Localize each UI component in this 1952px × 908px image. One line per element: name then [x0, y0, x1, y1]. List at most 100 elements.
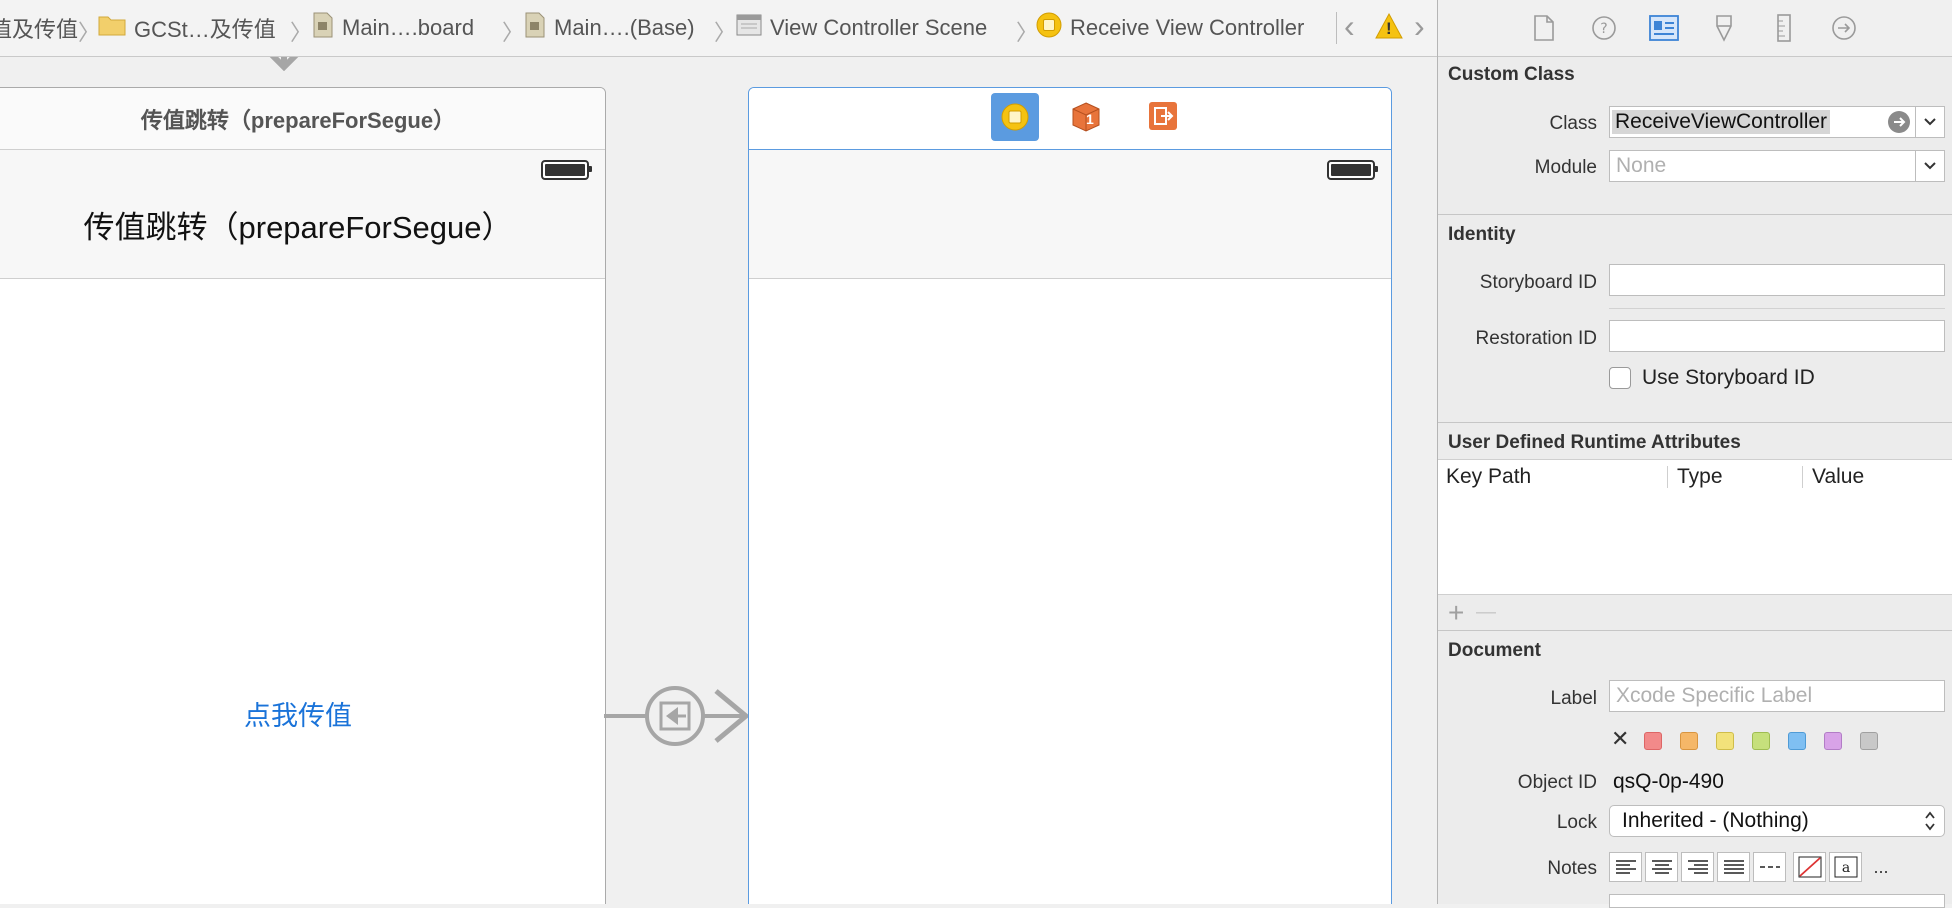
- exit-icon[interactable]: [1147, 100, 1179, 132]
- custom-class-section-title: Custom Class: [1448, 64, 1575, 85]
- label-color-purple[interactable]: [1824, 732, 1842, 750]
- storyboard-canvas[interactable]: 传值跳转（prepareForSegue） 传值跳转（prepareForSeg…: [0, 57, 1437, 904]
- connections-inspector-icon[interactable]: [1829, 13, 1859, 43]
- runtime-attributes-section-title: User Defined Runtime Attributes: [1448, 432, 1741, 453]
- runtime-attributes-header: Key Path Type Value: [1438, 459, 1952, 495]
- label-color-gray[interactable]: [1860, 732, 1878, 750]
- svg-text:a: a: [1841, 860, 1849, 876]
- clear-label-color-icon[interactable]: ✕: [1611, 726, 1629, 752]
- separator: [1336, 12, 1337, 44]
- class-label: Class: [1549, 113, 1597, 134]
- lock-value: Inherited - (Nothing): [1622, 809, 1809, 832]
- align-left-icon[interactable]: [1609, 852, 1642, 882]
- warning-icon[interactable]: !: [1374, 12, 1404, 42]
- view-controller-icon: [1036, 12, 1062, 44]
- use-storyboard-id-label: Use Storyboard ID: [1642, 366, 1815, 389]
- add-attribute-button[interactable]: +: [1448, 597, 1464, 629]
- svg-text:?: ?: [1600, 21, 1607, 37]
- field-divider: [1609, 308, 1945, 309]
- breadcrumb-label: Main….(Base): [554, 15, 695, 40]
- runtime-attributes-toolbar: + —: [1438, 594, 1952, 631]
- column-key-path[interactable]: Key Path: [1446, 465, 1531, 489]
- align-right-icon[interactable]: [1681, 852, 1714, 882]
- align-center-icon[interactable]: [1645, 852, 1678, 882]
- breadcrumb-label: 值及传值: [0, 17, 79, 42]
- module-combo-box[interactable]: None: [1609, 150, 1945, 182]
- label-label: Label: [1550, 688, 1598, 709]
- align-natural-icon[interactable]: [1753, 852, 1786, 882]
- view-controller-scene-sender[interactable]: 传值跳转（prepareForSegue） 传值跳转（prepareForSeg…: [0, 87, 606, 904]
- scene-dock: 1: [749, 88, 1391, 150]
- document-label-field[interactable]: Xcode Specific Label: [1609, 680, 1945, 712]
- breadcrumb-separator: 〉: [714, 20, 737, 45]
- navigate-to-class-icon[interactable]: [1888, 111, 1910, 133]
- breadcrumb-item-storyboard-base[interactable]: Main….(Base): [524, 0, 695, 56]
- section-divider: [1438, 214, 1952, 215]
- label-color-yellow[interactable]: [1716, 732, 1734, 750]
- file-inspector-icon[interactable]: [1529, 13, 1559, 43]
- attributes-inspector-icon[interactable]: [1709, 13, 1739, 43]
- lock-popup[interactable]: Inherited - (Nothing): [1609, 805, 1945, 837]
- object-id-label: Object ID: [1517, 772, 1597, 793]
- view-controller-scene-receive[interactable]: 1: [748, 87, 1392, 904]
- identity-section-title: Identity: [1448, 224, 1516, 245]
- restoration-id-field[interactable]: [1609, 320, 1945, 352]
- module-dropdown-chevron-icon[interactable]: [1915, 151, 1944, 181]
- breadcrumb-item-storyboard[interactable]: Main….board: [312, 0, 474, 56]
- storyboard-file-icon: [524, 12, 546, 44]
- storyboard-id-field[interactable]: [1609, 264, 1945, 296]
- quick-help-icon[interactable]: ?: [1589, 13, 1619, 43]
- class-combo-box[interactable]: ReceiveViewController: [1609, 106, 1945, 138]
- breadcrumb-item-group[interactable]: 值及传值: [0, 0, 78, 56]
- storyboard-file-icon: [312, 12, 334, 44]
- breadcrumb-item-view-controller[interactable]: Receive View Controller: [1036, 0, 1304, 56]
- pass-value-button[interactable]: 点我传值: [0, 694, 605, 733]
- class-dropdown-chevron-icon[interactable]: [1915, 107, 1944, 137]
- scene-title[interactable]: 传值跳转（prepareForSegue）: [0, 88, 605, 150]
- inspector-tab-bar: ?: [1438, 0, 1952, 57]
- show-segue[interactable]: [604, 685, 754, 747]
- notes-label: Notes: [1547, 858, 1597, 879]
- identity-inspector-icon[interactable]: [1649, 13, 1679, 43]
- forward-arrow-icon[interactable]: ›: [1414, 8, 1425, 44]
- back-arrow-icon[interactable]: ‹: [1344, 8, 1355, 44]
- remove-attribute-button[interactable]: —: [1476, 601, 1496, 624]
- label-color-orange[interactable]: [1680, 732, 1698, 750]
- navigation-title: 传值跳转（prepareForSegue）: [83, 210, 513, 245]
- use-storyboard-id-checkbox[interactable]: [1609, 367, 1631, 389]
- section-divider: [1438, 422, 1952, 423]
- notes-more-button[interactable]: ...: [1867, 852, 1895, 882]
- inspector-panel: ? Custom Class Class ReceiveViewControll…: [1437, 0, 1952, 908]
- battery-icon: [541, 160, 592, 180]
- document-section-title: Document: [1448, 640, 1541, 661]
- object-id-value: qsQ-0p-490: [1613, 770, 1724, 793]
- column-divider: [1802, 466, 1803, 488]
- storyboard-id-label: Storyboard ID: [1479, 272, 1597, 293]
- first-responder-icon[interactable]: 1: [1069, 100, 1103, 134]
- label-color-blue[interactable]: [1788, 732, 1806, 750]
- breadcrumb-item-project-folder[interactable]: GCSt…及传值: [98, 0, 276, 56]
- label-color-green[interactable]: [1752, 732, 1770, 750]
- lock-popup-chevron-icon: [1924, 810, 1936, 838]
- label-color-red[interactable]: [1644, 732, 1662, 750]
- breadcrumb-label: Receive View Controller: [1070, 15, 1305, 40]
- jump-bar: 值及传值 〉 GCSt…及传值 〉 Main….board 〉 Main….(B…: [0, 0, 1437, 57]
- font-picker-icon[interactable]: a: [1829, 852, 1862, 882]
- breadcrumb-separator: 〉: [502, 20, 525, 45]
- column-type[interactable]: Type: [1677, 465, 1723, 489]
- text-color-none-icon[interactable]: [1793, 852, 1826, 882]
- runtime-attributes-table[interactable]: [1438, 494, 1952, 594]
- breadcrumb-label: GCSt…及传值: [134, 17, 276, 42]
- align-justify-icon[interactable]: [1717, 852, 1750, 882]
- module-label: Module: [1534, 157, 1597, 178]
- column-value[interactable]: Value: [1812, 465, 1864, 489]
- navigation-bar[interactable]: [749, 150, 1391, 279]
- breadcrumb-item-scene[interactable]: View Controller Scene: [736, 0, 987, 56]
- view-controller-icon[interactable]: [991, 93, 1039, 141]
- size-inspector-icon[interactable]: [1769, 13, 1799, 43]
- notes-text-area[interactable]: [1609, 894, 1945, 908]
- breadcrumb-separator: 〉: [290, 20, 313, 45]
- navigation-bar[interactable]: 传值跳转（prepareForSegue）: [0, 150, 605, 279]
- lock-label: Lock: [1556, 812, 1597, 833]
- warning-glyph: !: [1386, 19, 1392, 38]
